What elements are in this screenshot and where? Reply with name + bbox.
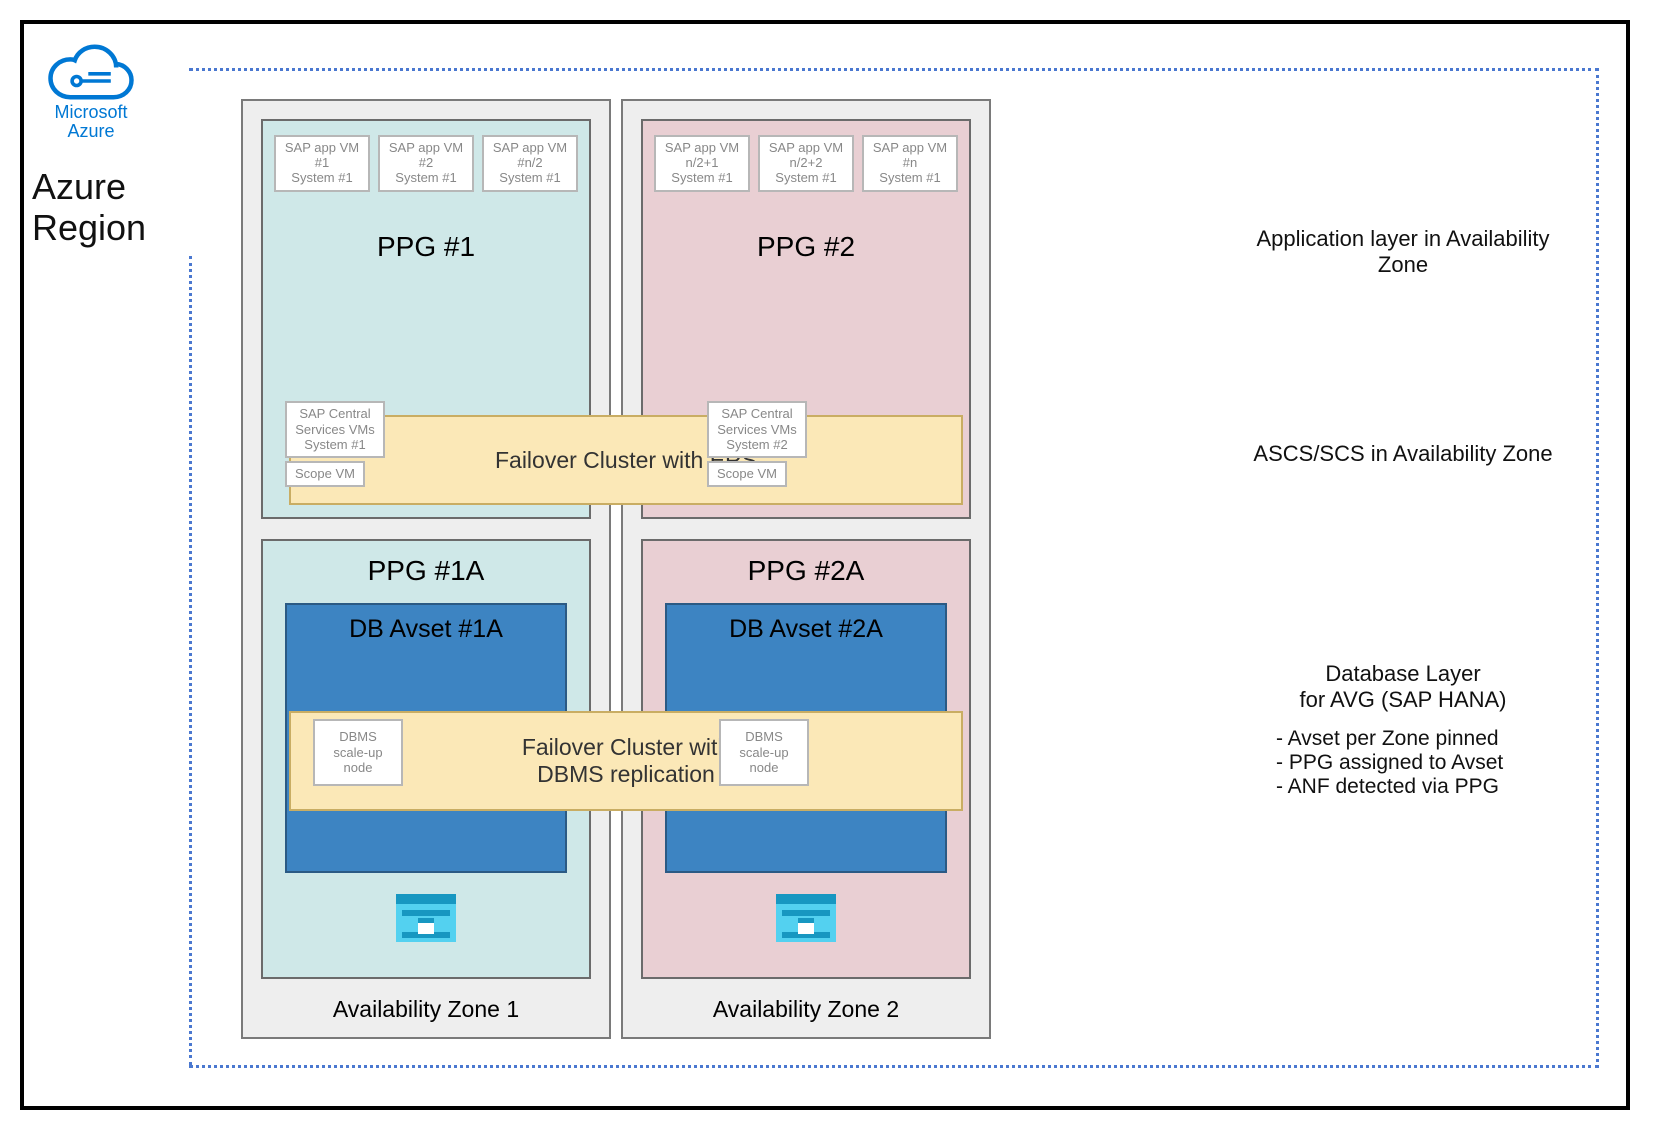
app-vm-row-az2: SAP app VM n/2+1 System #1 SAP app VM n/… (653, 135, 959, 192)
az1-label: Availability Zone 1 (243, 996, 609, 1023)
dbms-scaleup-node: DBMS scale-up node (313, 719, 403, 786)
ppg-2a-title: PPG #2A (643, 555, 969, 587)
scope-vm: Scope VM (285, 461, 365, 487)
sap-app-vm: SAP app VM #1 System #1 (274, 135, 370, 192)
bullet: Avset per Zone pinned (1276, 727, 1558, 751)
ppg-2-title: PPG #2 (643, 231, 969, 263)
availability-zone-1: SAP app VM #1 System #1 SAP app VM #2 Sy… (241, 99, 611, 1039)
sap-app-vm: SAP app VM #2 System #1 (378, 135, 474, 192)
sap-app-vm: SAP app VM n/2+1 System #1 (654, 135, 750, 192)
anf-storage-icon (774, 892, 838, 949)
region-label: AzureRegion (32, 166, 146, 249)
app-vm-row-az1: SAP app VM #1 System #1 SAP app VM #2 Sy… (273, 135, 579, 192)
note-ascs: ASCS/SCS in Availability Zone (1248, 441, 1558, 467)
dbms-scaleup-node: DBMS scale-up node (719, 719, 809, 786)
azure-logo: Microsoft Azure (46, 42, 136, 141)
ppg-1a-title: PPG #1A (263, 555, 589, 587)
anf-storage-icon (394, 892, 458, 949)
az2-label: Availability Zone 2 (623, 996, 989, 1023)
sap-central-services-vm: SAP Central Services VMs System #2 (707, 401, 807, 458)
note-db-layer: Database Layer for AVG (SAP HANA) Avset … (1248, 661, 1558, 799)
sap-app-vm: SAP app VM n/2+2 System #1 (758, 135, 854, 192)
azure-cloud-icon (46, 42, 136, 102)
diagram-frame: Microsoft Azure AzureRegion SAP app VM #… (20, 20, 1630, 1110)
brand-line1: Microsoft (54, 102, 127, 122)
note-app-layer: Application layer in Availability Zone (1248, 226, 1558, 278)
bullet: ANF detected via PPG (1276, 775, 1558, 799)
ppg-1-title: PPG #1 (263, 231, 589, 263)
brand-line2: Azure (67, 121, 114, 141)
sap-app-vm: SAP app VM #n/2 System #1 (482, 135, 578, 192)
bullet: PPG assigned to Avset (1276, 751, 1558, 775)
sap-app-vm: SAP app VM #n System #1 (862, 135, 958, 192)
scope-vm: Scope VM (707, 461, 787, 487)
availability-zone-2: SAP app VM n/2+1 System #1 SAP app VM n/… (621, 99, 991, 1039)
sap-central-services-vm: SAP Central Services VMs System #1 (285, 401, 385, 458)
region-boundary: SAP app VM #1 System #1 SAP app VM #2 Sy… (189, 68, 1599, 1068)
failover-cluster-ers: Failover Cluster with ERS (289, 415, 963, 505)
